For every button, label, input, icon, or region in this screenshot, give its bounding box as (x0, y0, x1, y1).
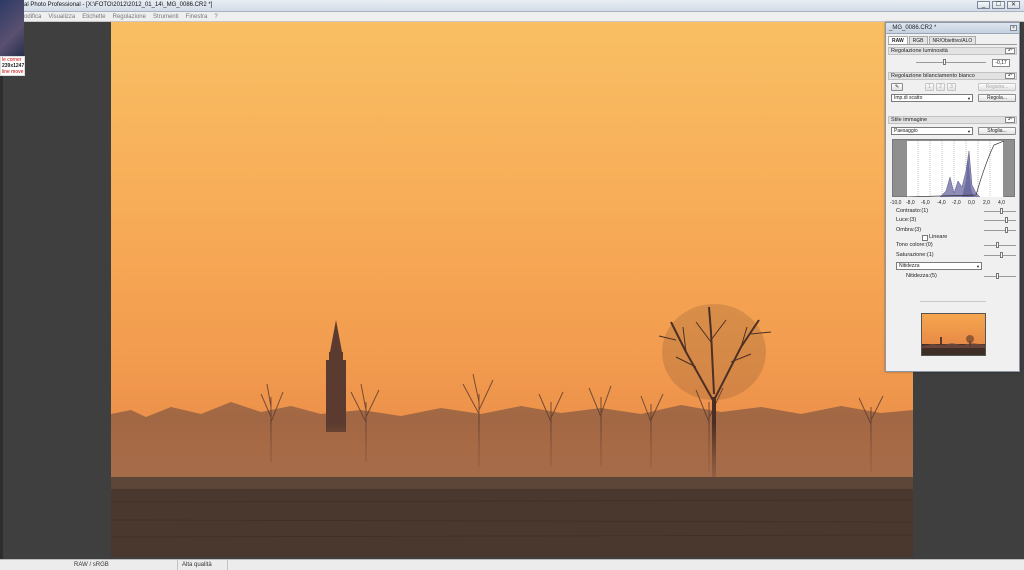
wb-preset-1-button[interactable]: 1 (925, 83, 934, 91)
brightness-slider-knob[interactable] (943, 59, 946, 65)
window-title: al Photo Professional - [X:\FOTO\2012\20… (24, 2, 213, 8)
axis-label: 2,0 (983, 200, 990, 206)
picture-style-reset-button[interactable]: ↶ (1005, 117, 1015, 123)
color-tone-slider-knob[interactable] (996, 242, 999, 248)
menu-adjustment[interactable]: Regolazione (113, 12, 146, 21)
axis-label: -4,0 (937, 200, 946, 206)
tone-curve-histogram[interactable] (892, 139, 1015, 198)
highlight-label: Luce:(3) (896, 217, 917, 223)
minimize-button[interactable]: _ (977, 1, 990, 9)
palette-tabs: RAW RGB NR/Obiettivo/ALO (888, 36, 1017, 45)
sharpness-mode-select[interactable]: Nitidezza ▼ (896, 262, 982, 270)
photo-preview[interactable] (111, 22, 913, 557)
sharpness-slider-track[interactable] (984, 276, 1016, 277)
tool-palette: _MG_0086.CR2 * × RAW RGB NR/Obiettivo/AL… (885, 22, 1020, 372)
color-tone-label: Tono colore:(0) (896, 242, 933, 248)
axis-label: -10,0 (890, 200, 902, 206)
title-bar: al Photo Professional - [X:\FOTO\2012\20… (0, 0, 1024, 12)
status-color-space: RAW / sRGB (70, 560, 178, 570)
picture-style-select-value: Paesaggio (894, 128, 918, 134)
left-edge (0, 22, 3, 559)
menu-edit[interactable]: odifica (24, 12, 41, 21)
menu-view[interactable]: Visualizza (48, 12, 75, 21)
linear-checkbox[interactable] (922, 235, 928, 241)
brightness-header-label: Regolazione luminosità (891, 48, 948, 54)
app-window: al Photo Professional - [X:\FOTO\2012\20… (0, 0, 1024, 570)
landscape-image (111, 304, 913, 557)
tab-rgb[interactable]: RGB (908, 36, 928, 44)
white-balance-select-value: Imp.di scatto (894, 95, 923, 101)
menu-bar: odifica Visualizza Etichette Regolazione… (0, 12, 1024, 22)
contrast-label: Contrasto:(1) (896, 208, 929, 214)
menu-tools[interactable]: Strumenti (153, 12, 179, 21)
saturation-slider-knob[interactable] (1000, 252, 1003, 258)
tab-raw[interactable]: RAW (888, 36, 908, 44)
axis-label: 4,0 (998, 200, 1005, 206)
axis-label: 0,0 (968, 200, 975, 206)
status-bar: RAW / sRGB Alta qualità (0, 559, 1024, 570)
navigator-thumbnail[interactable] (921, 313, 986, 356)
eyedropper-icon: ✎ (894, 84, 900, 90)
highlight-slider-track[interactable] (984, 220, 1016, 221)
overlay-tooltip: le corner 239x1247 line move (0, 56, 25, 76)
status-quality: Alta qualità (178, 560, 228, 570)
brightness-slider-track[interactable] (916, 62, 986, 63)
white-balance-reset-button[interactable]: ↶ (1005, 73, 1015, 79)
register-button[interactable]: Registra... (978, 83, 1016, 91)
sharpness-slider-knob[interactable] (996, 273, 999, 279)
picture-style-select[interactable]: Paesaggio ▼ (891, 127, 973, 135)
highlight-slider-knob[interactable] (1005, 217, 1008, 223)
axis-label: -8,0 (906, 200, 915, 206)
axis-label: -6,0 (921, 200, 930, 206)
tab-nr-lens-alo[interactable]: NR/Obiettivo/ALO (928, 36, 977, 44)
close-button[interactable]: ✕ (1007, 1, 1020, 9)
brightness-header: Regolazione luminosità ↶ (888, 47, 1017, 55)
white-balance-header-label: Regolazione bilanciamento bianco (891, 73, 975, 79)
color-tone-slider-track[interactable] (984, 245, 1016, 246)
wb-preset-3-button[interactable]: 3 (947, 83, 956, 91)
histogram-graph (905, 140, 1005, 198)
overlay-thumbnail (0, 0, 24, 56)
contrast-slider-knob[interactable] (1000, 208, 1003, 214)
white-balance-select[interactable]: Imp.di scatto ▼ (891, 94, 973, 102)
palette-title: _MG_0086.CR2 * (889, 25, 937, 31)
menu-labels[interactable]: Etichette (82, 12, 105, 21)
thumbnail-image (922, 335, 985, 355)
eyedropper-button[interactable]: ✎ (891, 83, 903, 91)
linear-label: Lineare (929, 234, 948, 240)
shadow-slider-track[interactable] (984, 230, 1016, 231)
shadow-label: Ombra:(3) (896, 227, 922, 233)
wb-preset-2-button[interactable]: 2 (936, 83, 945, 91)
brightness-reset-button[interactable]: ↶ (1005, 48, 1015, 54)
white-balance-header: Regolazione bilanciamento bianco ↶ (888, 72, 1017, 80)
menu-help[interactable]: ? (214, 12, 217, 21)
palette-close-button[interactable]: × (1010, 25, 1017, 31)
brightness-value[interactable]: -0,17 (992, 59, 1010, 67)
chevron-down-icon: ▼ (967, 129, 971, 134)
menu-window[interactable]: Finestra (186, 12, 208, 21)
chevron-down-icon: ▼ (967, 96, 971, 101)
shadow-slider-knob[interactable] (1005, 227, 1008, 233)
palette-title-bar[interactable]: _MG_0086.CR2 * × (886, 23, 1019, 34)
browse-button[interactable]: Sfoglia... (978, 127, 1016, 135)
sharpness-mode-value: Nitidezza (899, 263, 920, 269)
picture-style-header-label: Stile immagine (891, 117, 928, 123)
axis-label: -2,0 (952, 200, 961, 206)
maximize-button[interactable]: ☐ (992, 1, 1005, 9)
adjust-button[interactable]: Regola... (978, 94, 1016, 102)
picture-style-header: Stile immagine ↶ (888, 116, 1017, 124)
overlay-line-3: line move (2, 69, 24, 75)
saturation-label: Saturazione:(1) (896, 252, 934, 258)
histogram-plot (905, 140, 1005, 198)
sharpness-label: Nitidezza:(5) (906, 273, 937, 279)
chevron-down-icon: ▼ (976, 264, 980, 269)
